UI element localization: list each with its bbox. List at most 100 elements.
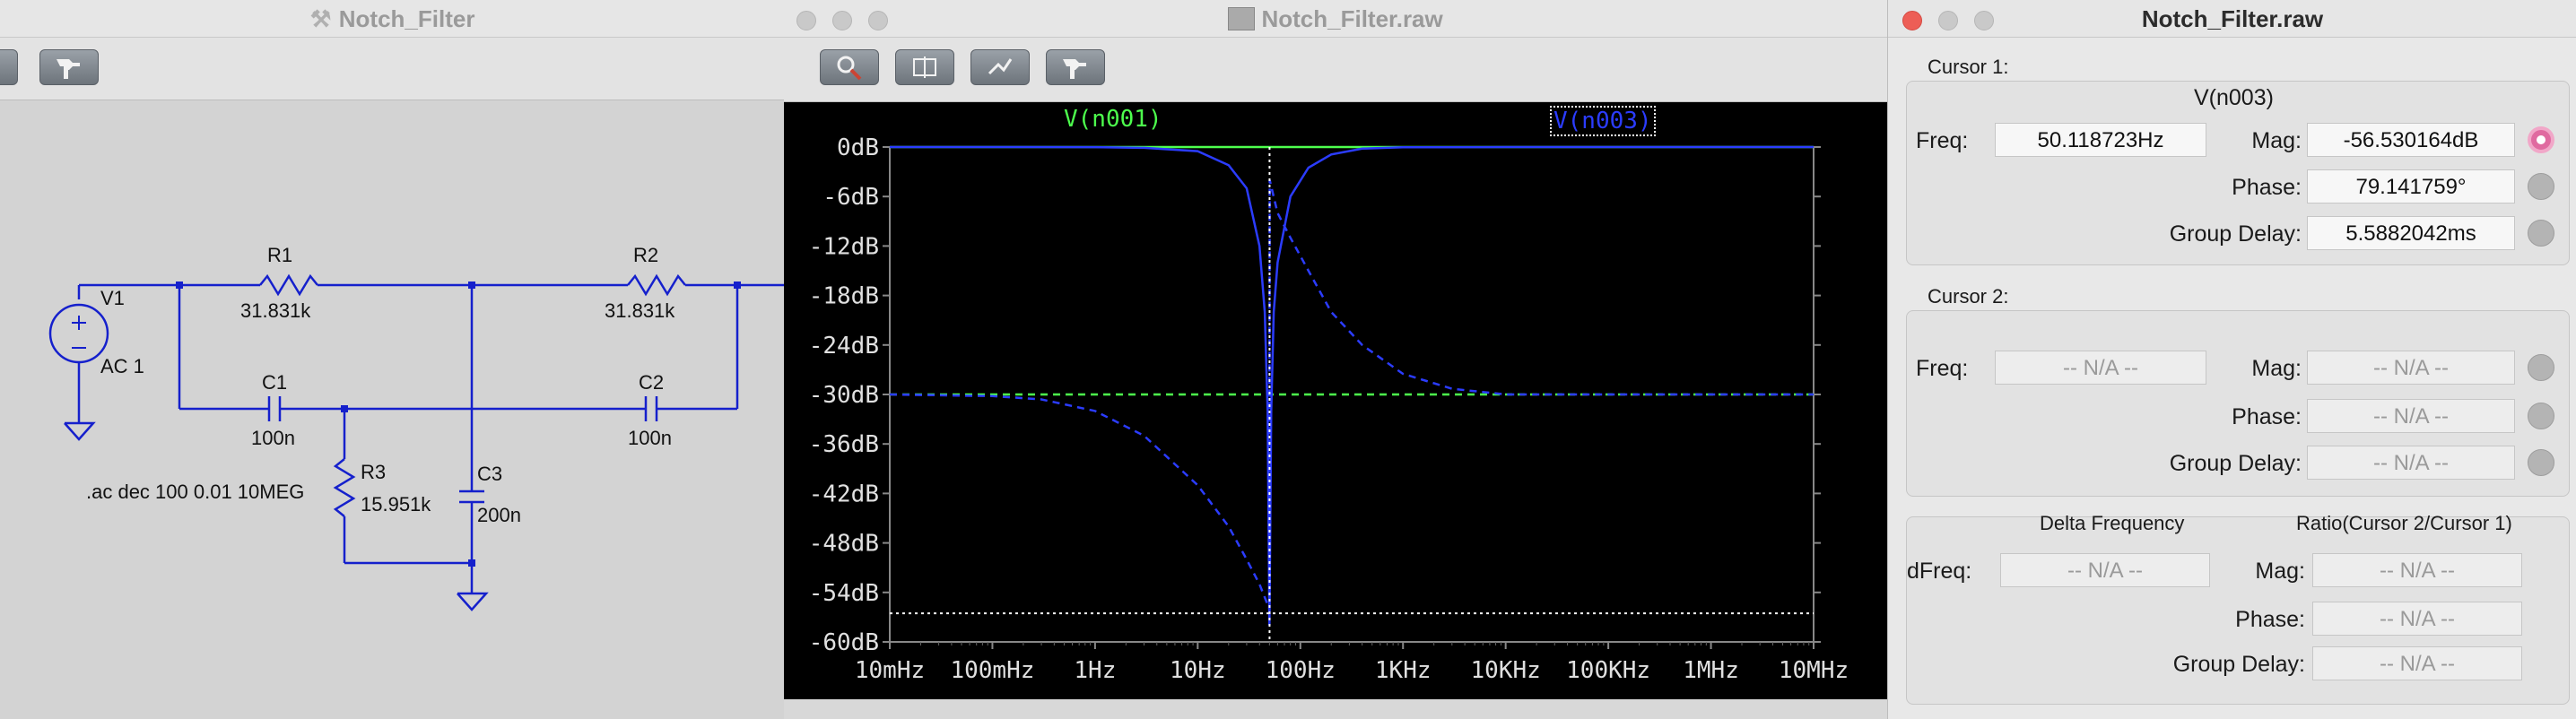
y-tick-label: -42dB [809, 481, 879, 507]
schematic-toolbar [0, 38, 784, 100]
plot-hammer-button[interactable] [1046, 49, 1105, 85]
y-tick-label: -30dB [809, 382, 879, 409]
c3-name: C3 [477, 463, 503, 485]
cursor2-freq-field[interactable]: -- N/A -- [1995, 351, 2206, 385]
cursor-panel-titlebar: Notch_Filter.raw [1888, 0, 2576, 38]
plot-toolbar [784, 38, 1887, 102]
zoom-button[interactable] [820, 49, 879, 85]
cursor1-phase-label: Phase: [2232, 175, 2302, 200]
hammer-icon: ⚒ [309, 5, 332, 32]
r3-name: R3 [361, 461, 387, 483]
r1-value: 31.831k [240, 299, 311, 322]
toolbar-button-partial[interactable] [0, 49, 18, 85]
autorange-button[interactable] [895, 49, 954, 85]
trace-label-v-n001[interactable]: V(n001) [1064, 106, 1162, 133]
cursor1-group-delay-label: Group Delay: [2169, 221, 2302, 247]
cursor1-group-delay-radio[interactable] [2528, 220, 2554, 247]
plot-window-title: Notch_Filter.raw [784, 0, 1887, 38]
c2-name: C2 [639, 371, 665, 394]
hammer-button[interactable] [39, 49, 99, 85]
delta-frequency-header: Delta Frequency [2040, 512, 2185, 534]
x-tick-label: 10MHz [1779, 657, 1849, 684]
plot-titlebar: Notch_Filter.raw [784, 0, 1887, 38]
plot-area[interactable]: 0dB -6dB -12dB -18dB -24dB -30dB -36dB -42dB -48… [784, 102, 1887, 699]
c2-value: 100n [628, 427, 672, 449]
x-tick-label: 10mHz [855, 657, 925, 684]
x-tick-label: 1Hz [1074, 657, 1116, 684]
cursor1-group-delay-field[interactable]: 5.5882042ms [2307, 216, 2515, 250]
y-tick-label: -60dB [809, 629, 879, 656]
schematic-window-title: ⚒ Notch_Filter [0, 0, 784, 38]
r2-value: 31.831k [605, 299, 675, 322]
r1-name: R1 [267, 244, 293, 266]
cursor1-phase-radio[interactable] [2528, 173, 2554, 200]
c1-value: 100n [251, 427, 295, 449]
pan-button[interactable] [970, 49, 1030, 85]
ratio-group-delay-field[interactable]: -- N/A -- [2312, 646, 2522, 680]
cursor2-group: Freq: -- N/A -- Mag: -- N/A -- Phase: --… [1906, 310, 2570, 497]
cursor2-group-delay-label: Group Delay: [2169, 451, 2302, 476]
x-tick-label: 100KHz [1566, 657, 1650, 684]
cursor2-mag-field[interactable]: -- N/A -- [2307, 351, 2515, 385]
schematic-wiring [48, 273, 784, 611]
cursor1-trace-name: V(n003) [2194, 85, 2274, 110]
cursor1-freq-field[interactable]: 50.118723Hz [1995, 123, 2206, 157]
schematic-titlebar: ⚒ Notch_Filter [0, 0, 784, 38]
hammer-icon [1063, 59, 1086, 79]
cursor-panel: Notch_Filter.raw Cursor 1: V(n003) Freq:… [1887, 0, 2576, 719]
cursor1-header: Cursor 1: [1928, 56, 2009, 78]
y-tick-label: -36dB [809, 431, 879, 458]
cursor1-phase-field[interactable]: 79.141759° [2307, 169, 2515, 204]
y-tick-label: -18dB [809, 283, 879, 310]
cursor1-mag-field[interactable]: -56.530164dB [2307, 123, 2515, 157]
cursor2-group-delay-radio[interactable] [2528, 449, 2554, 476]
ratio-mag-label: Mag: [2255, 559, 2305, 584]
c1-name: C1 [262, 371, 288, 394]
trace-label-v-n003[interactable]: V(n003) [1550, 106, 1656, 136]
y-tick-label: -54dB [809, 580, 879, 607]
x-tick-label: 10KHz [1471, 657, 1541, 684]
cursor-panel-title: Notch_Filter.raw [2141, 5, 2324, 32]
cursor1-mag-label: Mag: [2251, 128, 2302, 153]
dfreq-label: dFreq: [1907, 559, 1972, 584]
delta-ratio-group: Delta Frequency Ratio(Cursor 2/Cursor 1)… [1906, 512, 2570, 705]
r3-value: 15.951k [361, 493, 431, 515]
cursor1-freq-label: Freq: [1916, 128, 1969, 153]
x-tick-label: 100mHz [950, 657, 1034, 684]
ratio-phase-field[interactable]: -- N/A -- [2312, 602, 2522, 636]
cursor2-mag-label: Mag: [2251, 356, 2302, 381]
r2-name: R2 [633, 244, 659, 266]
x-tick-label: 10Hz [1170, 657, 1226, 684]
schematic-canvas[interactable]: V1 AC 1 R1 31.831k R2 31.831k C1 100n C2… [0, 100, 784, 719]
ratio-group-delay-label: Group Delay: [2172, 652, 2305, 677]
cursor2-mag-radio[interactable] [2528, 354, 2554, 381]
c3-value: 200n [477, 504, 521, 526]
y-tick-label: -12dB [809, 233, 879, 260]
cursor2-phase-radio[interactable] [2528, 403, 2554, 429]
cursor2-header: Cursor 2: [1928, 285, 2009, 308]
ratio-header: Ratio(Cursor 2/Cursor 1) [2296, 512, 2512, 534]
cursor1-mag-radio[interactable] [2528, 126, 2554, 153]
hammer-icon [57, 59, 80, 79]
magnifier-icon [837, 56, 862, 81]
x-tick-label: 1KHz [1375, 657, 1432, 684]
y-tick-label: -48dB [809, 531, 879, 558]
v1-name: V1 [100, 287, 125, 309]
cursor2-phase-field[interactable]: -- N/A -- [2307, 399, 2515, 433]
x-tick-label: 1MHz [1683, 657, 1739, 684]
spice-directive: .ac dec 100 0.01 10MEG [86, 481, 305, 503]
cursor2-phase-label: Phase: [2232, 404, 2302, 429]
cursor2-freq-label: Freq: [1916, 356, 1969, 381]
series-vn003-magnitude [890, 145, 1814, 626]
waveform-file-icon [1228, 7, 1256, 30]
bode-plot[interactable]: 0dB -6dB -12dB -18dB -24dB -30dB -36dB -42dB -48… [784, 102, 1887, 699]
ratio-mag-field[interactable]: -- N/A -- [2312, 553, 2522, 587]
v1-value: AC 1 [100, 355, 144, 377]
y-tick-label: 0dB [837, 134, 879, 161]
ratio-phase-label: Phase: [2235, 607, 2305, 632]
cursor1-group: V(n003) Freq: 50.118723Hz Mag: -56.53016… [1906, 81, 2570, 265]
pan-icon [988, 58, 1013, 75]
y-tick-label: -24dB [809, 333, 879, 360]
autorange-icon [913, 56, 936, 78]
cursor2-group-delay-field[interactable]: -- N/A -- [2307, 446, 2515, 480]
